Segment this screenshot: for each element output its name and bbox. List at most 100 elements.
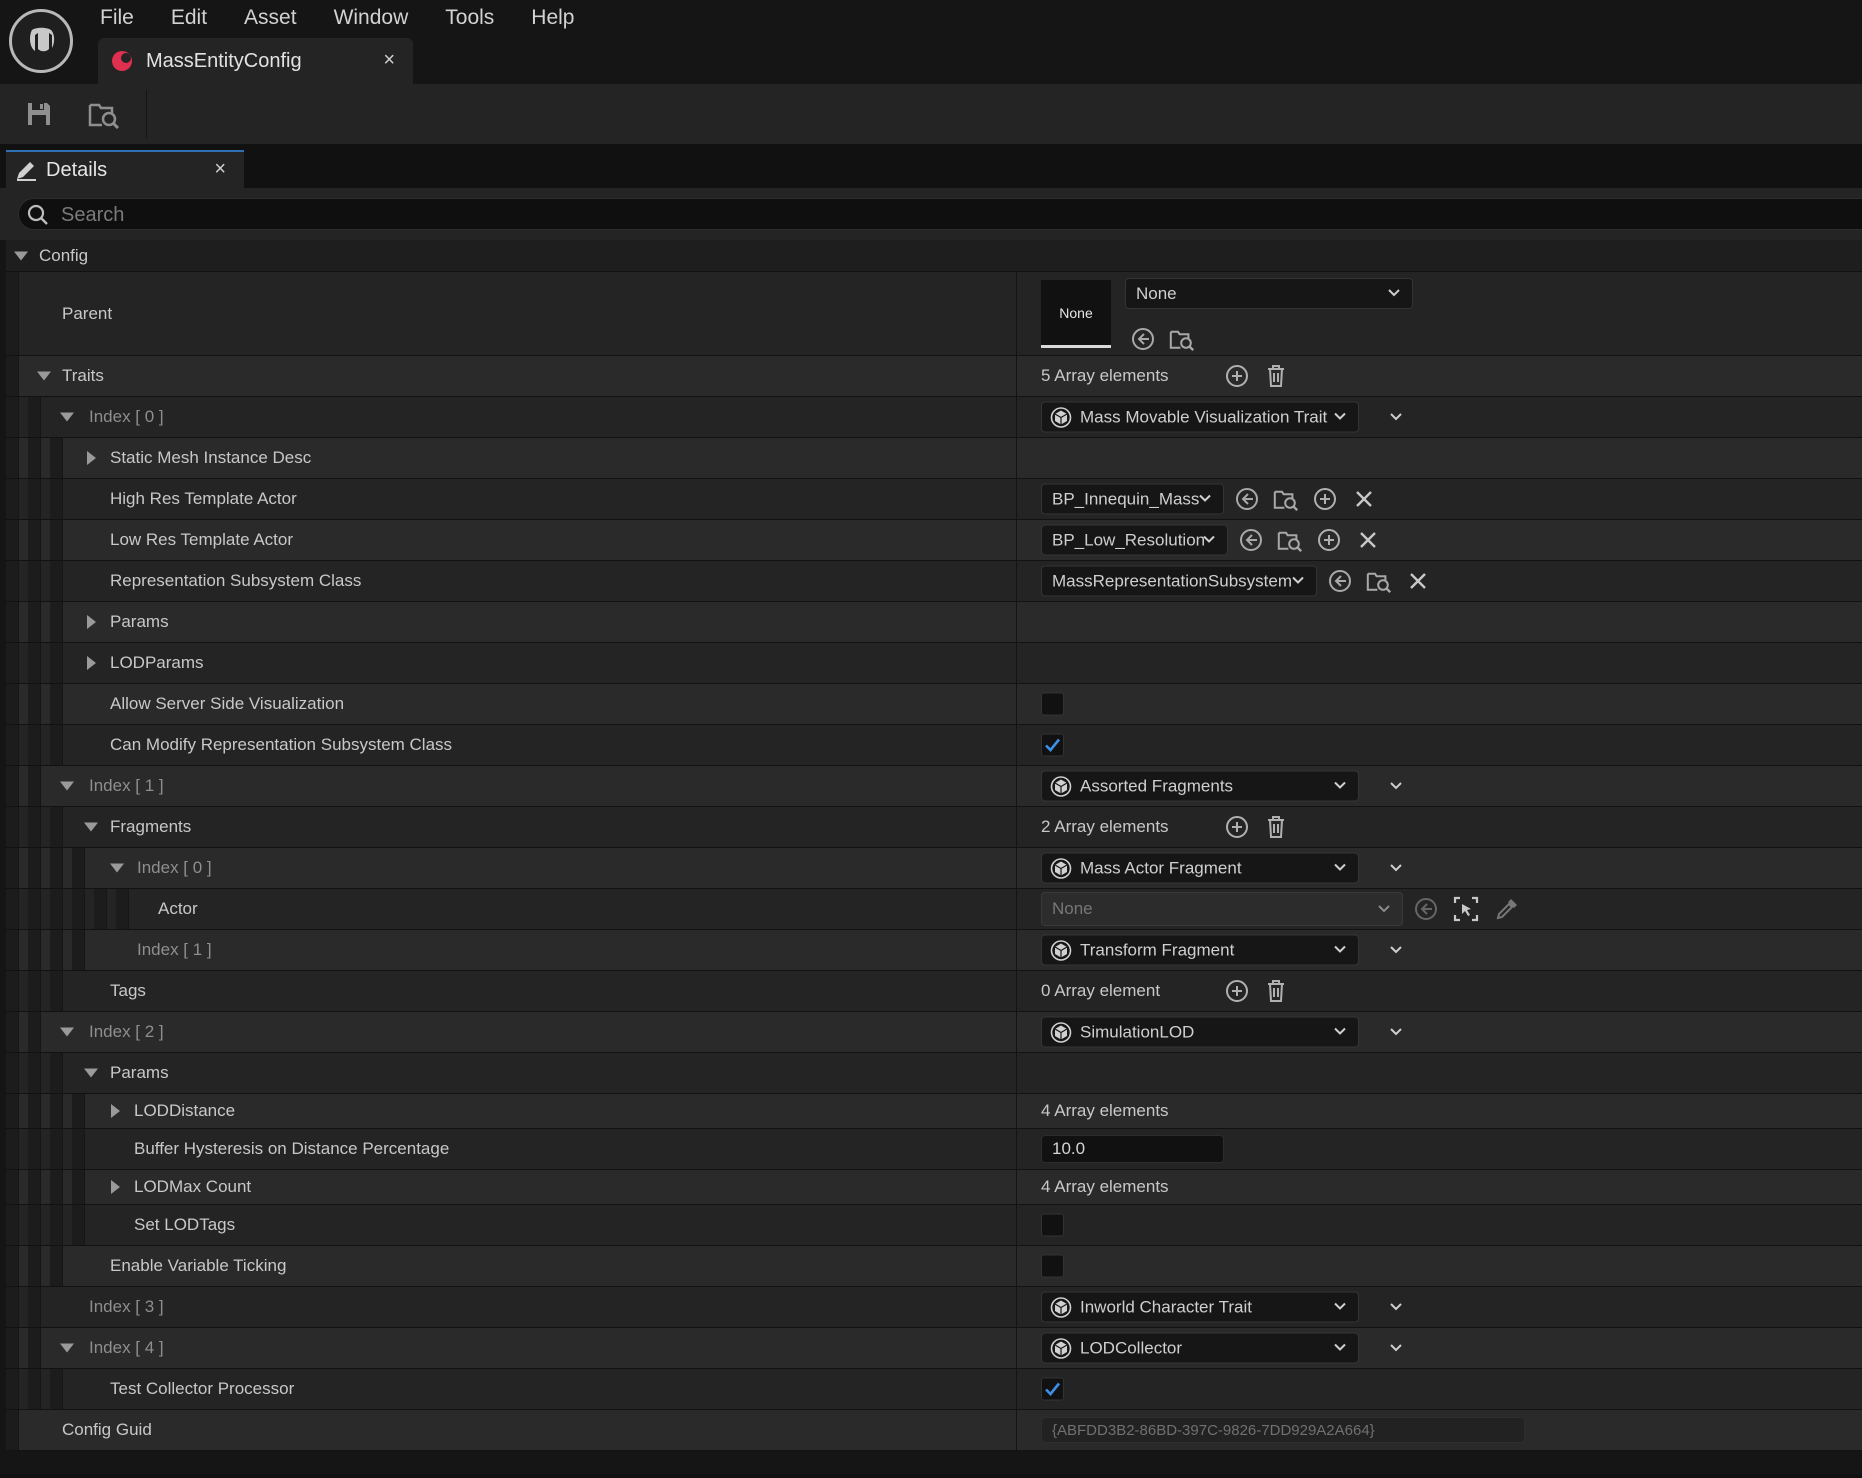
trash-icon [1268, 365, 1284, 387]
expand-arrow-icon[interactable] [60, 781, 74, 791]
checkmark-icon [1045, 1382, 1061, 1396]
expand-arrow-icon[interactable] [84, 1068, 98, 1078]
class-icon [1050, 775, 1072, 797]
add-element-button[interactable] [1224, 363, 1250, 389]
allow-server-checkbox[interactable] [1041, 692, 1064, 716]
document-tab-close-icon[interactable]: × [383, 49, 395, 72]
expand-arrow-icon[interactable] [87, 451, 96, 465]
property-label: Traits [62, 366, 104, 385]
add-element-button[interactable] [1224, 814, 1250, 840]
variable-ticking-checkbox[interactable] [1041, 1254, 1064, 1278]
chevron-down-icon[interactable] [1388, 1340, 1404, 1356]
search-input[interactable] [59, 201, 1563, 229]
chevron-down-icon[interactable] [1388, 409, 1404, 425]
class-picker[interactable]: Transform Fragment [1041, 934, 1359, 966]
expand-arrow-icon[interactable] [60, 1027, 74, 1037]
indent-guide [50, 1129, 63, 1169]
select-actor-button[interactable] [1453, 896, 1479, 922]
actor-picker[interactable]: None [1041, 892, 1403, 926]
class-picker[interactable]: Assorted Fragments [1041, 770, 1359, 802]
array-count: 4 Array elements [1041, 1177, 1169, 1196]
high-res-class-picker[interactable]: BP_Innequin_Mass [1041, 483, 1224, 515]
indent-guide [28, 766, 41, 806]
menu-asset[interactable]: Asset [244, 4, 297, 32]
use-selected-button[interactable] [1238, 527, 1264, 553]
clear-button[interactable] [1351, 486, 1377, 512]
chevron-down-icon[interactable] [1388, 942, 1404, 958]
new-blueprint-button[interactable] [1316, 527, 1342, 553]
menu-file[interactable]: File [100, 4, 134, 32]
details-tab[interactable]: Details × [6, 150, 244, 188]
pick-actor-button[interactable] [1494, 896, 1520, 922]
expand-arrow-icon[interactable] [111, 1180, 120, 1194]
add-element-button[interactable] [1224, 978, 1250, 1004]
indent-guide [50, 807, 63, 847]
class-picker[interactable]: Mass Actor Fragment [1041, 852, 1359, 884]
menu-edit[interactable]: Edit [171, 4, 207, 32]
empty-array-button[interactable] [1263, 363, 1289, 389]
expand-arrow-icon[interactable] [111, 1104, 120, 1118]
expand-arrow-icon[interactable] [14, 251, 28, 260]
expand-arrow-icon[interactable] [87, 615, 96, 629]
new-blueprint-button[interactable] [1312, 486, 1338, 512]
use-selected-button[interactable] [1413, 896, 1439, 922]
chevron-down-icon[interactable] [1388, 1299, 1404, 1315]
indent-guide [6, 766, 19, 806]
asset-thumbnail[interactable]: None [1041, 280, 1111, 348]
property-label: Actor [158, 899, 198, 918]
can-modify-checkbox[interactable] [1041, 733, 1064, 757]
browse-button[interactable] [1366, 568, 1392, 594]
expand-arrow-icon[interactable] [110, 863, 124, 873]
chevron-down-icon[interactable] [1388, 1024, 1404, 1040]
browse-to-asset-button[interactable] [86, 96, 122, 132]
browse-button[interactable] [1273, 486, 1299, 512]
parent-asset-picker[interactable]: None [1125, 278, 1413, 309]
array-index-label: Index [ 3 ] [89, 1297, 164, 1316]
indent-guide [50, 520, 63, 560]
class-picker[interactable]: Mass Movable Visualization Trait [1041, 401, 1359, 433]
category-config[interactable]: Config [6, 240, 1862, 272]
clear-button[interactable] [1405, 568, 1431, 594]
expand-arrow-icon[interactable] [37, 371, 51, 381]
indent-guide [72, 1170, 85, 1204]
document-tab[interactable]: MassEntityConfig × [98, 38, 413, 84]
use-selected-button[interactable] [1130, 326, 1156, 352]
class-picker[interactable]: LODCollector [1041, 1332, 1359, 1364]
set-lodtags-checkbox[interactable] [1041, 1213, 1064, 1237]
menu-window[interactable]: Window [334, 4, 409, 32]
low-res-class-picker[interactable]: BP_Low_Resolution [1041, 524, 1228, 556]
indent-guide [28, 1246, 41, 1286]
browse-button[interactable] [1277, 527, 1303, 553]
indent-guide [28, 1094, 41, 1128]
empty-array-button[interactable] [1263, 978, 1289, 1004]
class-picker[interactable]: Inworld Character Trait [1041, 1291, 1359, 1323]
property-label: LODParams [110, 653, 204, 672]
folder-search-icon [1277, 531, 1303, 552]
representation-class-picker[interactable]: MassRepresentationSubsystem [1041, 565, 1317, 597]
menu-help[interactable]: Help [531, 4, 574, 32]
expand-arrow-icon[interactable] [84, 822, 98, 832]
chevron-down-icon[interactable] [1388, 778, 1404, 794]
class-picker[interactable]: SimulationLOD [1041, 1016, 1359, 1048]
save-button[interactable] [21, 96, 57, 132]
clear-button[interactable] [1355, 527, 1381, 553]
use-selected-button[interactable] [1327, 568, 1353, 594]
plus-circle-icon [1226, 980, 1248, 1002]
test-collector-checkbox[interactable] [1041, 1377, 1064, 1401]
menu-tools[interactable]: Tools [445, 4, 494, 32]
unreal-logo-icon[interactable] [9, 9, 73, 73]
browse-button[interactable] [1169, 326, 1195, 352]
expand-arrow-icon[interactable] [87, 656, 96, 670]
chevron-down-icon[interactable] [1388, 860, 1404, 876]
empty-array-button[interactable] [1263, 814, 1289, 840]
indent-guide [28, 479, 41, 519]
property-traits: Traits 5 Array elements [6, 356, 1862, 397]
use-selected-button[interactable] [1234, 486, 1260, 512]
expand-arrow-icon[interactable] [60, 1343, 74, 1353]
indent-guide [72, 930, 85, 970]
buffer-hysteresis-field[interactable]: 10.0 [1041, 1135, 1224, 1163]
details-tab-close-icon[interactable]: × [214, 158, 226, 181]
array-index-label: Index [ 4 ] [89, 1338, 164, 1357]
expand-arrow-icon[interactable] [60, 412, 74, 422]
plus-circle-icon [1318, 529, 1340, 551]
